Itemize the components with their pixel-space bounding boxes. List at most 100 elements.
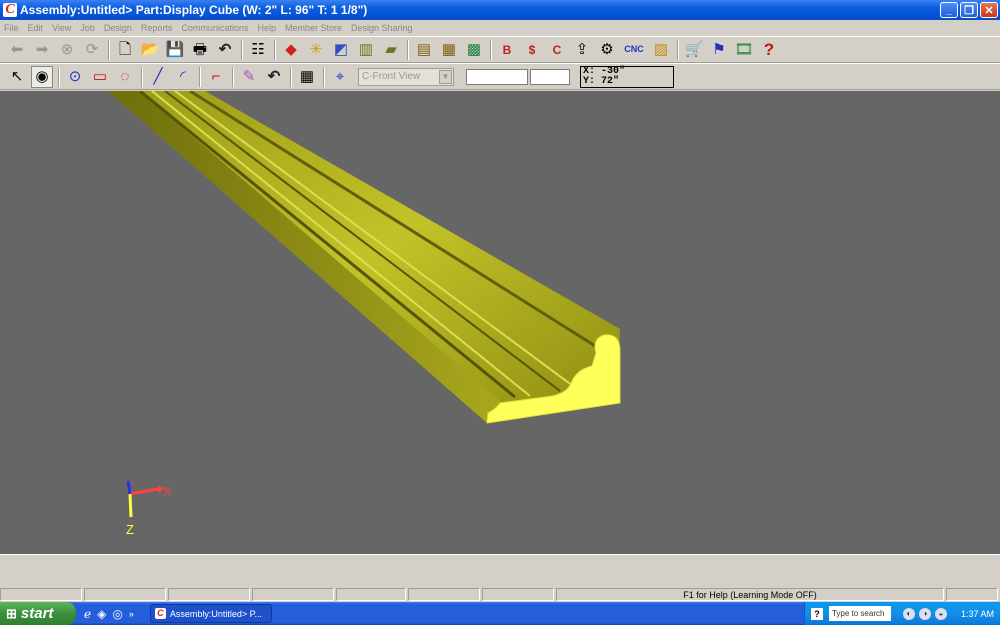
cart-icon[interactable]: 🛒 [683, 39, 705, 61]
toolbar-separator [407, 39, 409, 60]
dimension-field-1[interactable] [466, 68, 528, 85]
windows-flag-icon: ⊞ [6, 605, 17, 621]
pointer-icon[interactable]: ↖ [6, 66, 28, 88]
main-toolbar: ⬅ ➡ ⊗ ⟳ 🗋 📂 💾 🖶 ↶ ☷ ◆ ✳ ◩ ▥ ▰ ▤ ▦ ▩ B $ … [0, 36, 1000, 63]
app-task-icon: C [154, 608, 166, 619]
molding-groove [174, 91, 574, 387]
settings-icon[interactable]: ⚙ [596, 39, 618, 61]
drawing-toolbar: ↖ ◉ ⊙ ▭ ◌ ╱ ◜ ⌐ ✎ ↶ ▦ ⌖ C-Front View ▼ X… [0, 63, 1000, 90]
menu-edit[interactable]: Edit [28, 23, 44, 33]
restore-button[interactable]: ❐ [960, 2, 978, 18]
menu-member-store[interactable]: Member Store [285, 23, 342, 33]
hardware-icon[interactable]: ✳ [305, 39, 327, 61]
task-button-app[interactable]: C Assembly:Untitled> P... [149, 604, 272, 623]
new-file-icon[interactable]: 🗋 [114, 39, 136, 61]
refresh-icon[interactable]: ⟳ [81, 39, 103, 61]
save-icon[interactable]: 💾 [164, 39, 186, 61]
start-label: start [20, 605, 54, 622]
menu-reports[interactable]: Reports [141, 23, 173, 33]
volume-icon[interactable]: ◒ [934, 607, 947, 620]
cabinet-icon[interactable]: ▤ [413, 39, 435, 61]
undo-icon[interactable]: ↶ [214, 39, 236, 61]
menu-design-sharing[interactable]: Design Sharing [351, 23, 413, 33]
color-grid-icon[interactable]: ▨ [650, 39, 672, 61]
toolbar-separator [232, 66, 234, 87]
undo-draw-icon[interactable]: ↶ [263, 66, 285, 88]
search-input[interactable]: Type to search [828, 606, 891, 621]
menu-design[interactable]: Design [104, 23, 132, 33]
toolbar-separator [490, 39, 492, 60]
menu-job[interactable]: Job [80, 23, 95, 33]
status-cell [482, 588, 554, 601]
status-bar: F1 for Help (Learning Mode OFF) [0, 588, 1000, 602]
lower-panel [0, 554, 1000, 588]
3d-viewport[interactable]: X Z [0, 91, 1000, 554]
stop-icon[interactable]: ⊗ [56, 39, 78, 61]
menu-help[interactable]: Help [257, 23, 276, 33]
desktop-icon[interactable]: ◈ [97, 607, 106, 621]
security-icon[interactable]: ◑ [918, 607, 931, 620]
door-icon[interactable]: ▦ [438, 39, 460, 61]
task-button-label: Assembly:Untitled> P... [169, 608, 262, 619]
molding-icon[interactable]: ▥ [355, 39, 377, 61]
profile-icon[interactable]: ◩ [330, 39, 352, 61]
coordinate-readout: X: -30" Y: 72" [580, 65, 674, 88]
properties-icon[interactable]: ☷ [247, 39, 269, 61]
open-folder-icon[interactable]: 📂 [139, 39, 161, 61]
grid-icon[interactable]: ▦ [296, 66, 318, 88]
x-axis-line [129, 487, 159, 496]
cut-report-icon[interactable]: C [546, 39, 568, 61]
upload-icon[interactable]: ⇪ [571, 39, 593, 61]
status-help-text: F1 for Help (Learning Mode OFF) [556, 588, 944, 601]
view-select[interactable]: C-Front View ▼ [358, 67, 454, 86]
status-cell [252, 588, 334, 601]
start-button[interactable]: ⊞ start [0, 602, 76, 625]
eraser-icon[interactable]: ✎ [238, 66, 260, 88]
cost-report-icon[interactable]: $ [521, 39, 543, 61]
status-cell [946, 588, 998, 601]
close-button[interactable]: ✕ [980, 2, 998, 18]
menu-file[interactable]: File [4, 23, 19, 33]
circle-tool-icon[interactable]: ⊙ [64, 66, 86, 88]
title-bar: C Assembly:Untitled> Part:Display Cube (… [0, 0, 1000, 20]
corner-tool-icon[interactable]: ⌐ [205, 66, 227, 88]
menu-communications[interactable]: Communications [181, 23, 248, 33]
system-tray: ? Type to search ◐ ◑ ◒ 1:37 AM [803, 602, 1000, 625]
app-icon: C [3, 3, 17, 17]
window-title: Assembly:Untitled> Part:Display Cube (W:… [20, 3, 368, 17]
clock: 1:37 AM [960, 608, 994, 619]
freeform-tool-icon[interactable]: ◌ [114, 66, 136, 88]
coord-y: Y: 72" [583, 75, 620, 87]
material-icon[interactable]: ◆ [280, 39, 302, 61]
molding-groove [151, 91, 531, 397]
media-icon[interactable]: ◎ [112, 607, 122, 621]
rectangle-tool-icon[interactable]: ▭ [89, 66, 111, 88]
tray-help-icon[interactable]: ? [810, 607, 823, 620]
chevron-down-icon[interactable]: ▼ [439, 69, 452, 84]
layout-icon[interactable]: ▩ [463, 39, 485, 61]
print-icon[interactable]: 🖶 [189, 39, 211, 61]
x-axis-label: X [163, 484, 172, 499]
taskbar: ⊞ start ℯ ◈ ◎ » C Assembly:Untitled> P..… [0, 602, 1000, 625]
back-arrow-icon[interactable]: ⬅ [6, 39, 28, 61]
dimension-field-2[interactable] [530, 68, 570, 85]
forward-arrow-icon[interactable]: ➡ [31, 39, 53, 61]
help-icon[interactable]: ? [758, 39, 780, 61]
arc-tool-icon[interactable]: ◜ [172, 66, 194, 88]
eye-view-icon[interactable]: ◉ [31, 65, 53, 88]
minimize-button[interactable]: _ [940, 2, 958, 18]
film-icon[interactable]: 🎞 [733, 39, 755, 61]
quick-launch-more-icon[interactable]: » [129, 609, 134, 619]
bid-report-icon[interactable]: B [496, 39, 518, 61]
line-tool-icon[interactable]: ╱ [147, 66, 169, 88]
toolbar-separator [199, 66, 201, 87]
menu-view[interactable]: View [52, 23, 71, 33]
status-cell [84, 588, 166, 601]
board-icon[interactable]: ▰ [380, 39, 402, 61]
network-icon[interactable]: ◐ [902, 607, 915, 620]
snap-icon[interactable]: ⌖ [329, 66, 351, 88]
quick-launch: ℯ ◈ ◎ » [84, 607, 140, 621]
ie-icon[interactable]: ℯ [84, 607, 91, 621]
cnc-icon[interactable]: CNC [621, 39, 647, 61]
handshake-icon[interactable]: ⚑ [708, 39, 730, 61]
